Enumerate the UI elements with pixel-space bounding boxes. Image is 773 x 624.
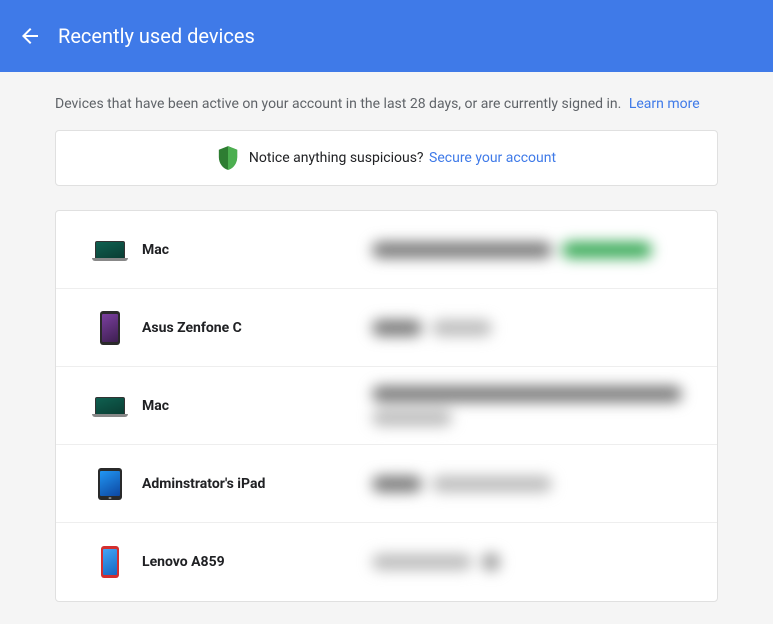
device-meta-redacted <box>372 386 687 426</box>
notice-text: Notice anything suspicious? <box>249 150 424 166</box>
secure-account-link[interactable]: Secure your account <box>429 150 556 166</box>
device-name-label: Mac <box>142 242 372 258</box>
device-meta-redacted <box>372 320 687 336</box>
shield-icon <box>217 145 239 171</box>
subtitle-row: Devices that have been active on your ac… <box>55 72 718 130</box>
device-name-label: Asus Zenfone C <box>142 320 372 336</box>
page-title: Recently used devices <box>58 24 255 48</box>
device-row-mac[interactable]: Mac <box>56 211 717 289</box>
devices-list: Mac Asus Zenfone C Mac <box>55 210 718 602</box>
back-arrow-icon[interactable] <box>18 24 42 48</box>
device-meta-redacted <box>372 553 687 571</box>
device-row-lenovo[interactable]: Lenovo A859 <box>56 523 717 601</box>
content-area: Devices that have been active on your ac… <box>0 72 773 602</box>
ipad-tablet-icon <box>86 468 134 500</box>
android-phone-icon <box>86 546 134 578</box>
device-name-label: Lenovo A859 <box>142 554 372 570</box>
device-row-mac-2[interactable]: Mac <box>56 367 717 445</box>
android-phone-icon <box>86 311 134 345</box>
app-bar: Recently used devices <box>0 0 773 72</box>
learn-more-link[interactable]: Learn more <box>629 96 700 112</box>
subtitle-text: Devices that have been active on your ac… <box>55 96 621 112</box>
device-name-label: Mac <box>142 398 372 414</box>
device-row-ipad[interactable]: Adminstrator's iPad <box>56 445 717 523</box>
security-notice-card: Notice anything suspicious? Secure your … <box>55 130 718 186</box>
device-meta-redacted <box>372 476 687 492</box>
device-name-label: Adminstrator's iPad <box>142 476 372 492</box>
mac-laptop-icon <box>86 241 134 259</box>
device-meta-redacted <box>372 242 687 258</box>
device-row-asus-zenfone[interactable]: Asus Zenfone C <box>56 289 717 367</box>
mac-laptop-icon <box>86 397 134 415</box>
